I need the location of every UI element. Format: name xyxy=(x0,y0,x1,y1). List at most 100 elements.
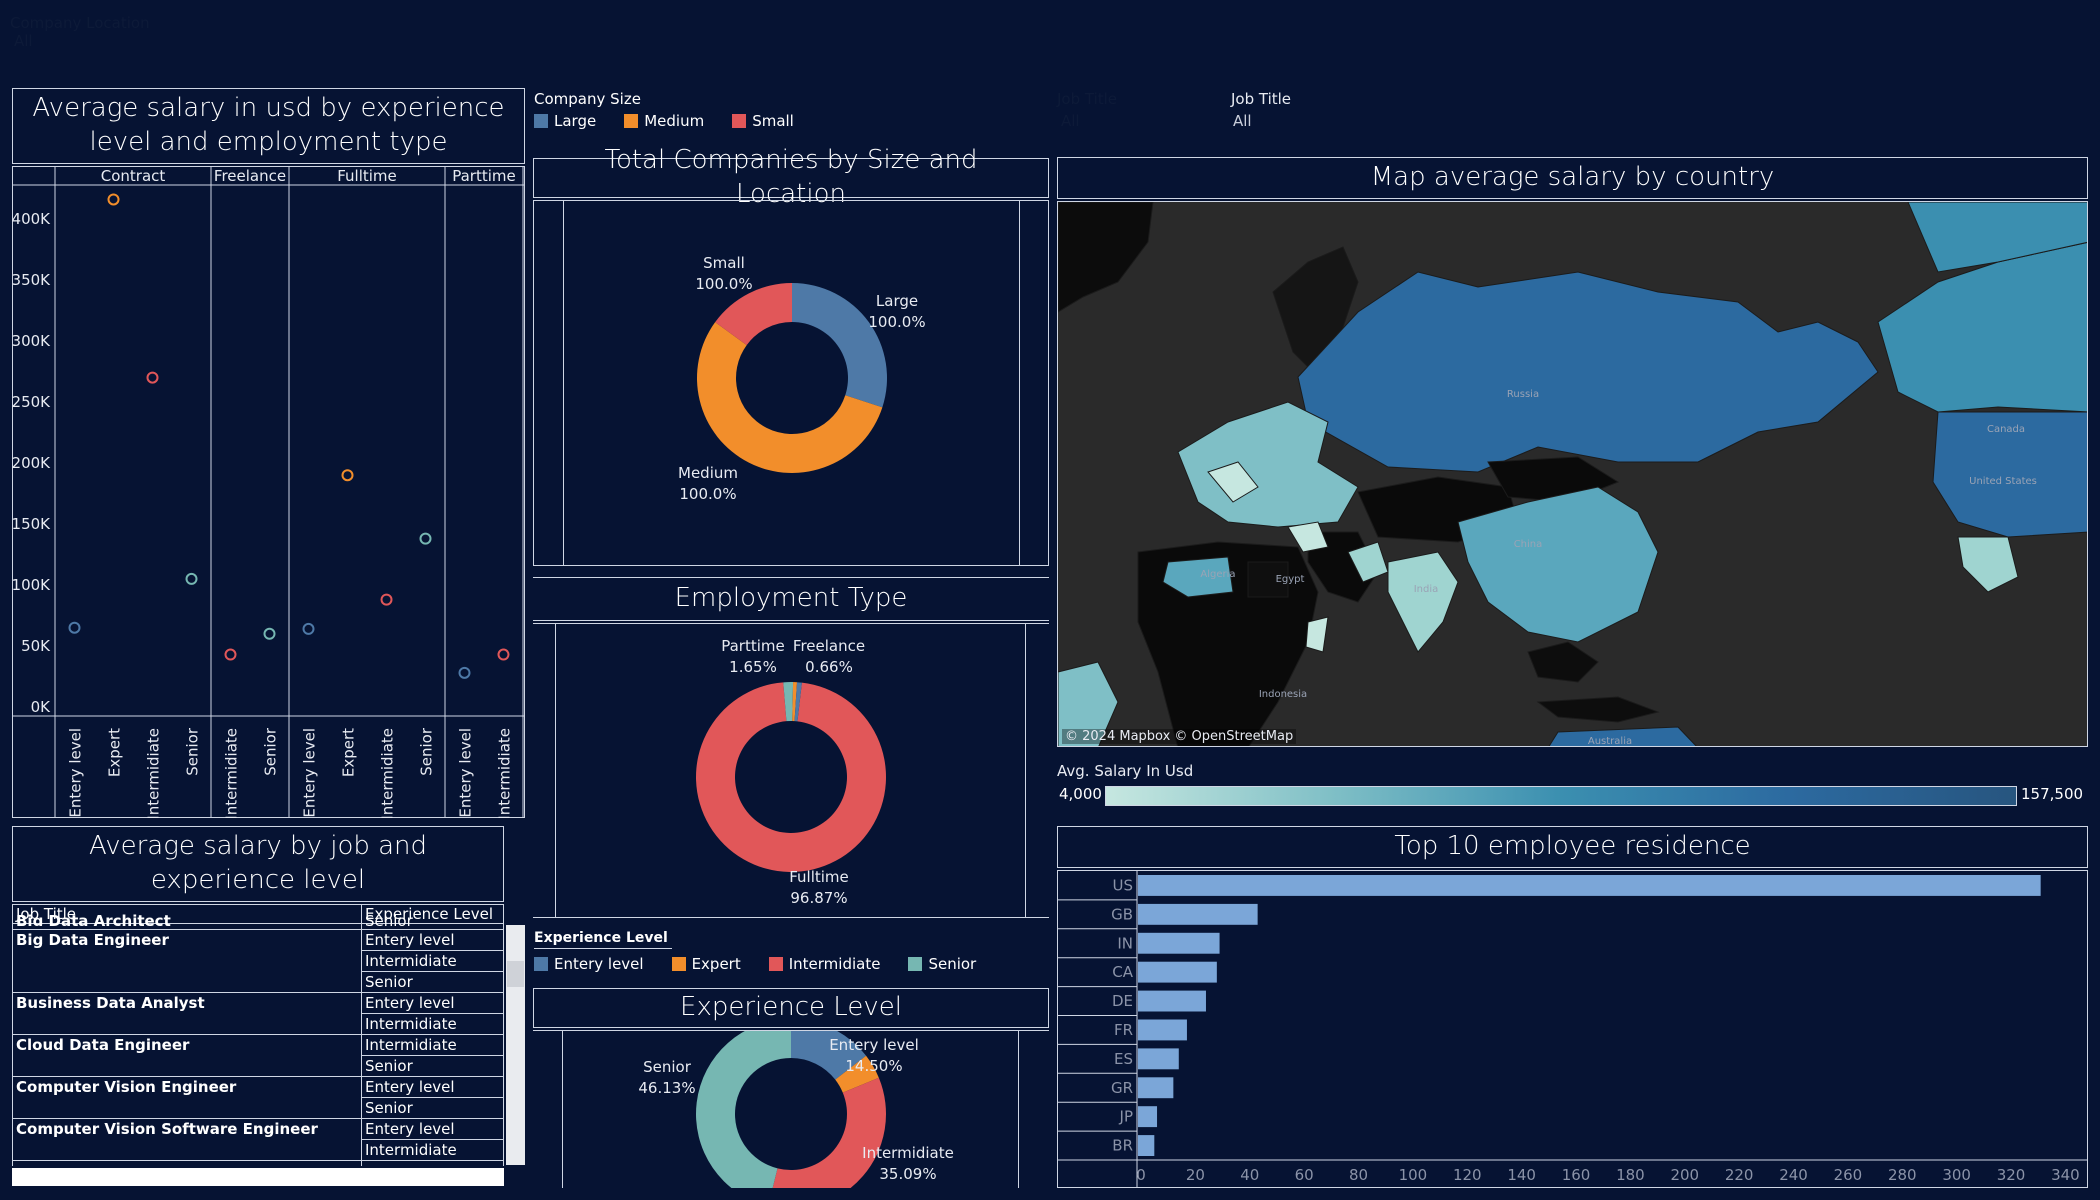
size-legend-medium[interactable]: Medium xyxy=(624,112,704,130)
map-place-label: Indonesia xyxy=(1259,689,1307,700)
job-title-filter-1[interactable]: Job Title All xyxy=(1057,90,1117,130)
table-border xyxy=(361,1139,504,1140)
map-region-indonesia[interactable] xyxy=(1536,696,1660,723)
map-panel[interactable]: Egypt Indonesia Algeria China India Russia Can… xyxy=(1057,201,2088,747)
table-border xyxy=(12,1034,504,1035)
map-attribution[interactable]: © 2024 Mapbox © OpenStreetMap xyxy=(1062,729,1297,744)
exp-legend-intermidiate[interactable]: Intermidiate xyxy=(768,955,881,973)
size-legend-large[interactable]: Large xyxy=(534,112,596,130)
bar-gr[interactable] xyxy=(1138,1077,1174,1099)
label-large: Large 100.0% xyxy=(868,292,926,331)
scatter-point-parttime-entery-level[interactable] xyxy=(458,666,471,679)
x-tick-label: Senior xyxy=(262,727,280,776)
x-axis-tick: 300 xyxy=(1942,1166,1971,1184)
label-fulltime: Fulltime 96.87% xyxy=(789,868,849,907)
map-legend-title: Avg. Salary In Usd xyxy=(1057,762,1194,780)
map-region-canada[interactable] xyxy=(1877,241,2088,413)
bar-category-label: CA xyxy=(1112,963,1133,981)
scatter-title: Average salary in usd by experience leve… xyxy=(12,88,525,164)
company-donut-panel: Small 100.0% Large 100.0% Medium 100.0% xyxy=(533,200,1049,566)
scatter-point-fulltime-entery-level[interactable] xyxy=(302,622,315,635)
scatter-point-freelance-intermidiate[interactable] xyxy=(224,648,237,661)
table-cell-job: Big Data Engineer xyxy=(16,931,169,949)
map-region-kenya[interactable] xyxy=(1305,616,1329,653)
y-tick-label: 0K xyxy=(31,698,52,716)
residence-bar-chart: US GB IN CA DE FR ES GR JP BR0 20 40 60 80 100 120 140 16… xyxy=(1057,870,2088,1188)
label-senior: Senior 46.13% xyxy=(638,1058,696,1097)
x-axis-tick: 80 xyxy=(1349,1166,1368,1184)
scatter-point-fulltime-expert[interactable] xyxy=(341,469,354,482)
experience-donut-title: Experience Level xyxy=(533,988,1049,1028)
bar-es[interactable] xyxy=(1138,1048,1179,1070)
experience-slice-senior[interactable] xyxy=(696,1030,791,1188)
table-cell-level: Entery level xyxy=(365,994,455,1012)
salary-map[interactable]: Egypt Indonesia Algeria China India Russia Can… xyxy=(1058,202,2088,747)
job-title-value-2: All xyxy=(1233,112,1252,130)
scatter-point-freelance-senior[interactable] xyxy=(263,627,276,640)
y-tick-label: 400K xyxy=(12,210,51,228)
job-title-filter-2[interactable]: Job Title All xyxy=(1231,90,1291,130)
bar-ca[interactable] xyxy=(1138,961,1217,983)
bar-us[interactable] xyxy=(1138,875,2041,896)
map-place-label: China xyxy=(1514,539,1543,550)
x-tick-label: Entery level xyxy=(301,728,319,818)
bar-category-label: BR xyxy=(1112,1137,1133,1155)
scatter-point-contract-entery-level[interactable] xyxy=(68,621,81,634)
scatter-panel: 400K 350K 300K 250K 200K 150K 100K 50K 0K Contrac… xyxy=(12,166,525,818)
exp-legend-swatch xyxy=(908,957,923,971)
exp-legend-senior[interactable]: Senior xyxy=(908,955,976,973)
x-tick-label: Intermidiate xyxy=(496,728,514,818)
bar-de[interactable] xyxy=(1138,990,1206,1012)
map-region-india[interactable] xyxy=(1387,551,1459,653)
size-legend-small[interactable]: Small xyxy=(732,112,794,130)
map-place-label: Algeria xyxy=(1200,569,1235,580)
group-header-fulltime: Fulltime xyxy=(337,167,397,185)
table-border xyxy=(12,1160,504,1161)
bar-fr[interactable] xyxy=(1138,1019,1187,1041)
scatter-point-fulltime-intermidiate[interactable] xyxy=(380,593,393,606)
x-tick-label: Intermidiate xyxy=(223,728,241,818)
label-small: Small 100.0% xyxy=(695,254,753,293)
scatter-point-contract-expert[interactable] xyxy=(107,193,120,206)
x-axis-tick: 180 xyxy=(1616,1166,1645,1184)
bars-panel: US GB IN CA DE FR ES GR JP BR 0 20 40 60 80 100 120 140 16… xyxy=(1057,870,2088,1188)
map-title: Map average salary by country xyxy=(1057,157,2088,199)
bar-jp[interactable] xyxy=(1138,1106,1158,1128)
bar-br[interactable] xyxy=(1138,1135,1155,1156)
experience-legend-title: Experience Level xyxy=(534,930,672,949)
exp-legend-entery-level[interactable]: Entery level xyxy=(534,955,644,973)
y-tick-label: 200K xyxy=(12,454,51,472)
x-axis-tick: 100 xyxy=(1399,1166,1428,1184)
scatter-point-contract-intermidiate[interactable] xyxy=(146,371,159,384)
map-region-se-asia[interactable] xyxy=(1527,641,1599,683)
table-border xyxy=(361,950,504,951)
scatter-point-parttime-intermidiate[interactable] xyxy=(497,648,510,661)
exp-legend-swatch xyxy=(534,957,548,971)
company-size-legend: Company Size Large Medium Small xyxy=(534,90,822,132)
table-border xyxy=(12,1118,504,1119)
table-scrollbar[interactable] xyxy=(506,925,525,1165)
map-region-russia[interactable] xyxy=(1297,271,1879,473)
scatter-point-contract-senior[interactable] xyxy=(185,572,198,585)
table-border xyxy=(12,929,504,930)
exp-legend-expert[interactable]: Expert xyxy=(671,955,741,973)
table-scrollbar-thumb[interactable] xyxy=(507,961,524,987)
x-tick-label: Entery level xyxy=(457,728,475,818)
size-legend-swatch xyxy=(624,114,639,128)
map-region-greenland[interactable] xyxy=(1058,202,1154,313)
scatter-point-fulltime-senior[interactable] xyxy=(419,532,432,545)
table-cell-job: Cloud Data Engineer xyxy=(16,1036,190,1054)
company-location-filter[interactable]: Company Location All xyxy=(10,14,150,50)
table-horizontal-bar[interactable] xyxy=(12,1168,504,1186)
exp-legend-label: Intermidiate xyxy=(788,955,881,973)
table-cell-level: Senior xyxy=(365,1057,413,1075)
table-cell-level: Senior xyxy=(365,973,413,991)
x-tick-label: Entery level xyxy=(67,728,85,818)
bar-gb[interactable] xyxy=(1138,903,1258,925)
map-region-mexico[interactable] xyxy=(1957,536,2019,593)
bar-in[interactable] xyxy=(1138,932,1220,954)
map-place-label: Australia xyxy=(1588,736,1632,747)
x-axis-tick: 200 xyxy=(1670,1166,1699,1184)
label-entry: Entery level 14.50% xyxy=(829,1036,919,1075)
exp-legend-swatch xyxy=(671,957,686,971)
